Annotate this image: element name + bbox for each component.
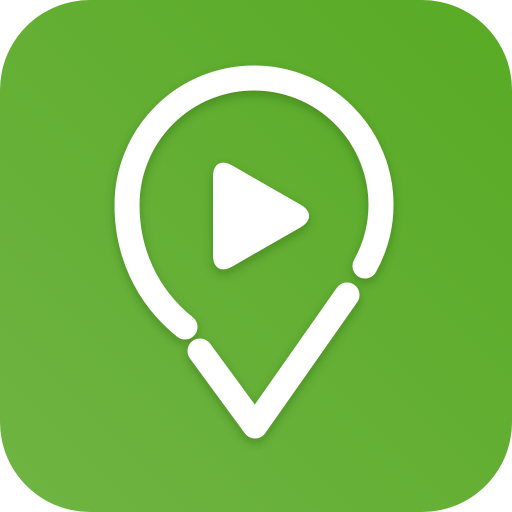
app-icon[interactable] <box>0 0 512 512</box>
icon-canvas <box>0 0 512 512</box>
